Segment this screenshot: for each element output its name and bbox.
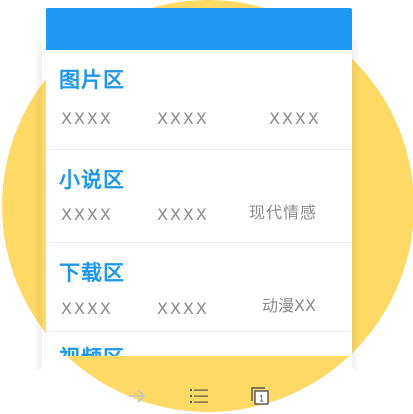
tabs-icon[interactable]: 1 (248, 384, 272, 408)
section-title: 小说区 (59, 168, 125, 192)
section-downloads[interactable]: 下载区 XXXX XXXX 动漫XX (46, 243, 352, 332)
top-bar (46, 8, 352, 50)
section-item[interactable]: XXXX (61, 109, 113, 128)
section-pictures[interactable]: 图片区 XXXX XXXX XXXX (46, 50, 352, 150)
section-item[interactable]: XXXX (61, 299, 113, 318)
app-preview: 图片区 XXXX XXXX XXXX 小说区 XXXX XXXX 现代情感 下载… (0, 0, 413, 414)
arrow-right-icon[interactable] (125, 384, 149, 408)
section-title: 视频区 (59, 342, 125, 356)
section-item[interactable]: XXXX (157, 109, 209, 128)
section-title: 图片区 (59, 68, 125, 92)
section-item[interactable]: XXXX (269, 109, 321, 128)
section-videos[interactable]: 视频区 (46, 332, 352, 356)
section-item[interactable]: 现代情感 (249, 199, 317, 223)
left-shadow (34, 40, 42, 370)
section-item[interactable]: 动漫XX (262, 292, 316, 316)
section-item[interactable]: XXXX (157, 299, 209, 318)
phone-screen: 图片区 XXXX XXXX XXXX 小说区 XXXX XXXX 现代情感 下载… (46, 8, 352, 356)
section-item[interactable]: XXXX (157, 205, 209, 224)
section-item[interactable]: XXXX (61, 205, 113, 224)
list-icon[interactable] (187, 384, 211, 408)
bottom-toolbar: 1 (0, 374, 413, 414)
right-shadow (352, 40, 360, 370)
tab-count: 1 (259, 394, 264, 404)
section-novels[interactable]: 小说区 XXXX XXXX 现代情感 (46, 150, 352, 243)
section-title: 下载区 (59, 261, 125, 285)
